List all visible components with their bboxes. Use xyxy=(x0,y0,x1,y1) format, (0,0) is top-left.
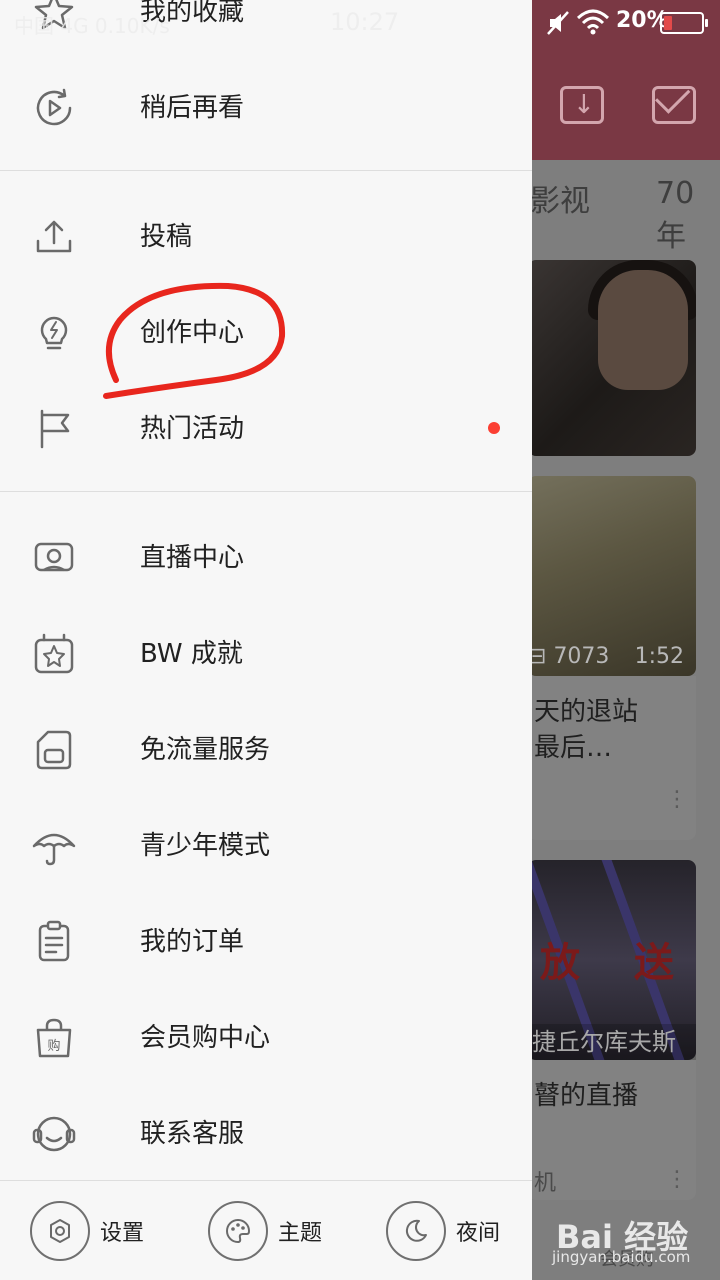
menu-label: 投稿 xyxy=(140,222,193,252)
night-label: 夜间 xyxy=(456,1221,501,1246)
more-icon[interactable]: ⋮ xyxy=(666,789,688,811)
side-drawer: 我的收藏 稍后再看 投稿 创作中心 热门活动 直播中心 BW 成就 免流量服务 … xyxy=(0,0,532,1280)
menu-label: 直播中心 xyxy=(140,543,245,573)
menu-item-teen-mode[interactable]: 青少年模式 xyxy=(0,798,532,894)
carrier-speed: 中国 4G 0.10K/s xyxy=(14,14,170,38)
umbrella-icon xyxy=(32,833,76,866)
clock: 10:27 xyxy=(330,8,400,36)
menu-label: 免流量服务 xyxy=(140,735,271,765)
notification-badge xyxy=(488,422,500,434)
flag-icon xyxy=(40,409,70,449)
menu-label: 热门活动 xyxy=(140,414,245,444)
battery-icon xyxy=(660,12,708,34)
tab-movies[interactable]: 影视 xyxy=(530,176,590,220)
section-divider xyxy=(0,170,532,171)
lightbulb-icon xyxy=(40,316,68,350)
menu-item-member-shop[interactable]: 购 会员购中心 xyxy=(0,990,532,1086)
svg-text:购: 购 xyxy=(47,1038,60,1054)
section-divider xyxy=(0,491,532,492)
menu-item-achievements[interactable]: BW 成就 xyxy=(0,606,532,702)
live-tv-icon xyxy=(34,542,74,572)
drawer-bottom-bar: 设置 主题 夜间 xyxy=(0,1180,532,1280)
menu-item-watch-later[interactable]: 稍后再看 xyxy=(0,60,532,156)
tab-70th[interactable]: 70年 xyxy=(656,176,720,255)
watermark-url: jingyan.baidu.com xyxy=(552,1248,691,1266)
headset-icon xyxy=(32,1116,76,1152)
wifi-icon xyxy=(576,9,610,35)
menu-item-live-center[interactable]: 直播中心 xyxy=(0,510,532,606)
video-card-meta: ⊟ 7073 1:52 xyxy=(528,640,696,676)
menu-label: 稍后再看 xyxy=(140,93,245,123)
menu-item-events[interactable]: 热门活动 xyxy=(0,381,532,477)
theme-button[interactable]: 主题 xyxy=(208,1201,338,1261)
moon-icon xyxy=(405,1219,427,1242)
mail-icon[interactable] xyxy=(652,86,696,124)
menu-label: 会员购中心 xyxy=(140,1023,271,1053)
watch-later-icon xyxy=(36,88,72,126)
menu-item-creator-center[interactable]: 创作中心 xyxy=(0,285,532,381)
palette-icon xyxy=(226,1219,250,1243)
duration: 1:52 xyxy=(634,644,684,669)
settings-icon xyxy=(50,1219,70,1243)
banner-card[interactable] xyxy=(528,260,696,456)
settings-label: 设置 xyxy=(100,1221,145,1246)
settings-button[interactable]: 设置 xyxy=(30,1201,160,1261)
menu-label: 创作中心 xyxy=(140,318,245,348)
menu-label: 我的订单 xyxy=(140,927,245,957)
menu-item-upload[interactable]: 投稿 xyxy=(0,189,532,285)
status-bar: 中国 4G 0.10K/s 10:27 20% xyxy=(0,0,720,46)
upload-icon xyxy=(36,220,72,253)
video-uploader: 机 xyxy=(534,1171,557,1196)
achievement-star-icon xyxy=(34,633,74,674)
mute-icon xyxy=(547,11,569,35)
shopping-bag-icon: 购 xyxy=(36,1018,72,1058)
menu-label: 联系客服 xyxy=(140,1119,245,1149)
download-icon[interactable] xyxy=(560,86,604,124)
menu-item-orders[interactable]: 我的订单 xyxy=(0,894,532,990)
menu-item-data-free[interactable]: 免流量服务 xyxy=(0,702,532,798)
order-list-icon xyxy=(38,920,70,962)
night-mode-button[interactable]: 夜间 xyxy=(386,1201,516,1261)
menu-label: BW 成就 xyxy=(140,639,243,669)
thumbnail-caption: 捷丘尔库夫斯基 xyxy=(528,1024,696,1092)
video-title-line2: 最后… xyxy=(534,733,613,763)
theme-label: 主题 xyxy=(278,1221,323,1246)
menu-label: 青少年模式 xyxy=(140,831,271,861)
view-count: ⊟ 7073 xyxy=(528,644,610,669)
sim-card-icon xyxy=(36,730,72,770)
menu-item-customer-service[interactable]: 联系客服 xyxy=(0,1086,532,1182)
more-icon[interactable]: ⋮ xyxy=(666,1169,688,1191)
thumbnail-overlay-text: 放 送 xyxy=(540,940,694,986)
video-title-line1: 天的退站 xyxy=(534,697,639,727)
video-title-line1: 瞽的直播 xyxy=(534,1081,639,1111)
